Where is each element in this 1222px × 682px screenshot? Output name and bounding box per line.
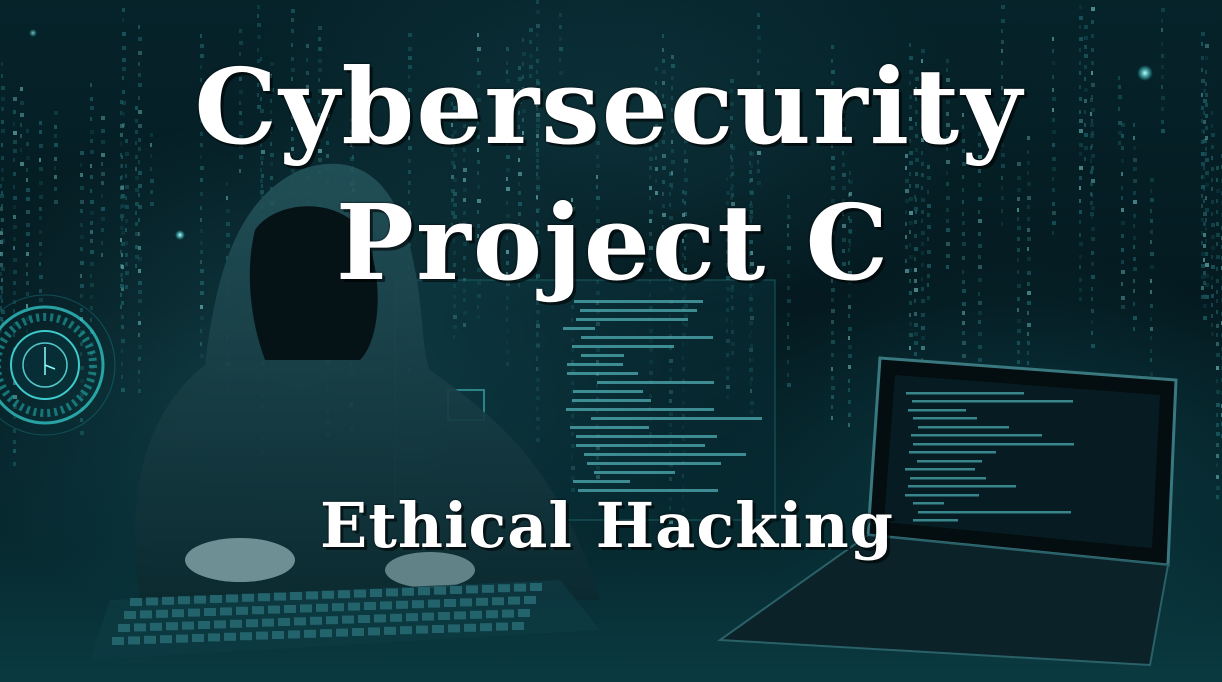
radar-hud-dial — [0, 294, 116, 436]
subtitle: Ethical Hacking — [319, 489, 895, 562]
title-line-1: Cybersecurity — [194, 45, 1024, 168]
title-line-2: Project C — [335, 181, 891, 304]
hacker-banner-image: Cybersecurity Project C Ethical Hacking — [0, 0, 1222, 682]
